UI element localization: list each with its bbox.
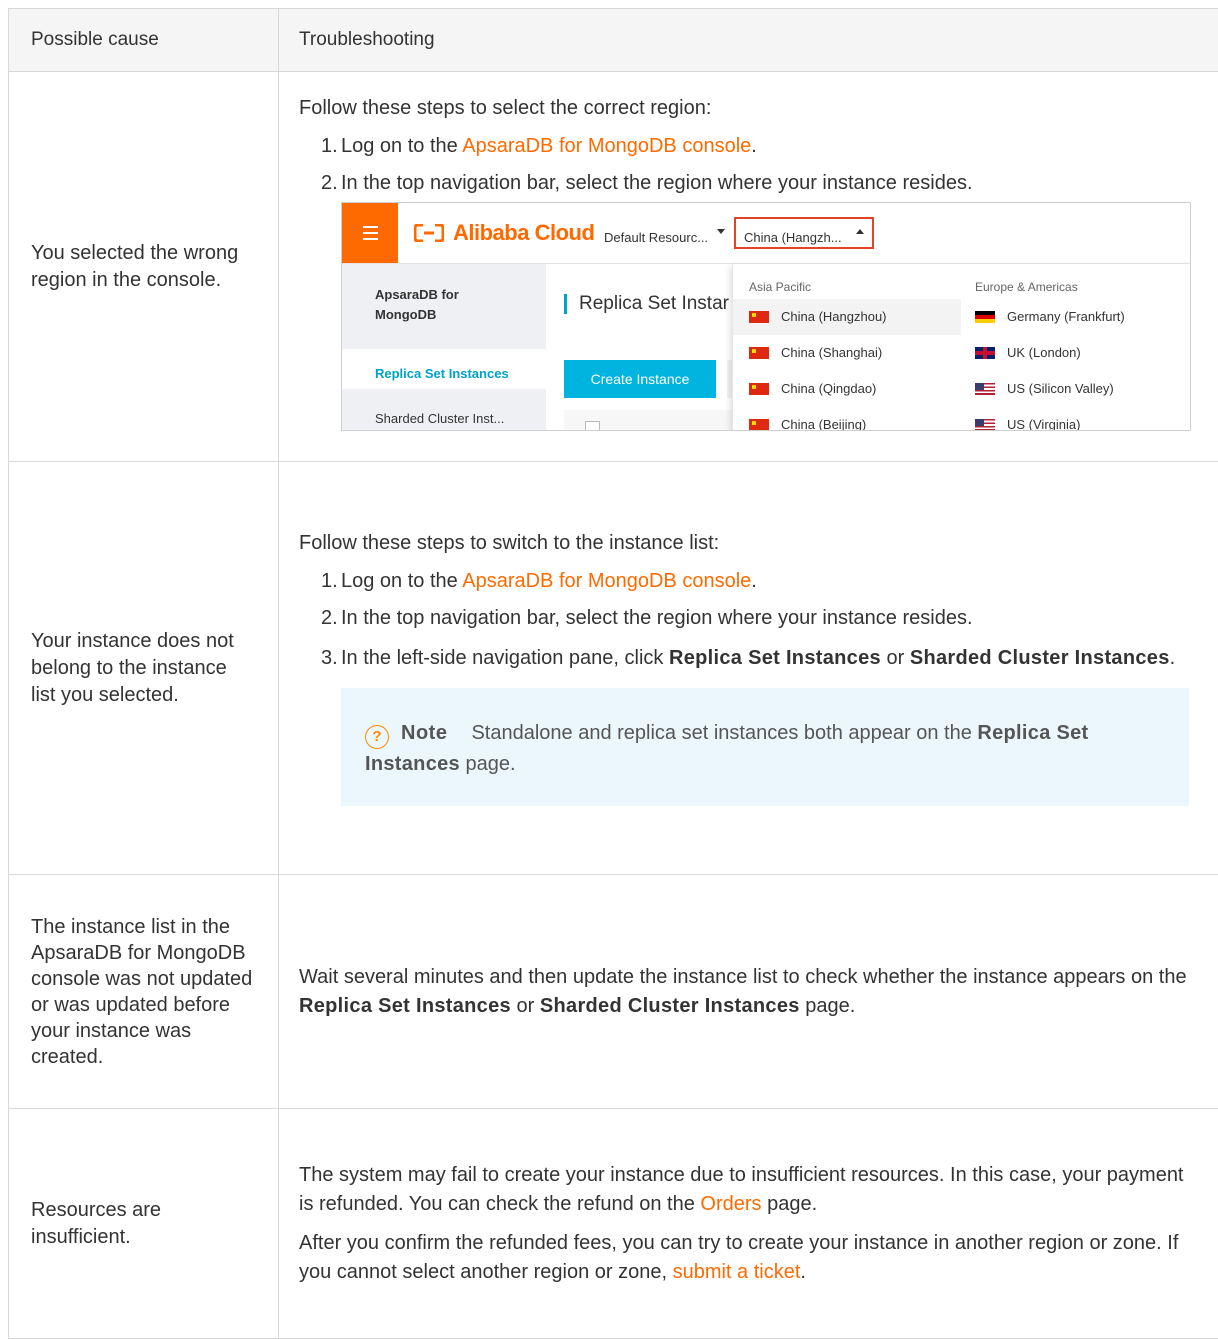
germany-flag-icon: [975, 311, 995, 323]
troubleshooting-table: Possible cause Troubleshooting You selec…: [8, 8, 1218, 1339]
steps-list: 1.Log on to the ApsaraDB for MongoDB con…: [299, 133, 1198, 196]
troubleshooting-cell: Follow these steps to select the correct…: [279, 72, 1218, 462]
resource-group-selector[interactable]: Default Resourc...: [604, 225, 708, 251]
troubleshooting-cell: The system may fail to create your insta…: [279, 1109, 1218, 1339]
alibaba-cloud-logo: Alibaba Cloud: [414, 220, 594, 246]
body-text: Wait several minutes and then update the…: [299, 963, 1198, 1021]
table-row: Your instance does not belong to the ins…: [9, 462, 1218, 875]
cause-cell: Your instance does not belong to the ins…: [9, 462, 279, 875]
region-option[interactable]: China (Qingdao): [749, 379, 876, 399]
console-link[interactable]: ApsaraDB for MongoDB console: [462, 570, 751, 592]
console-page-title: Replica Set Instar: [564, 294, 729, 314]
us-flag-icon: [975, 383, 995, 395]
console-screenshot: Alibaba Cloud Default Resourc... China (…: [341, 202, 1191, 431]
list-item: 2.In the top navigation bar, select the …: [321, 170, 1198, 196]
region-selector[interactable]: China (Hangzh...: [744, 225, 842, 251]
intro-text: Follow these steps to switch to the inst…: [299, 530, 1198, 556]
table-header-row: Possible cause Troubleshooting: [9, 9, 1218, 72]
sidebar-title: ApsaraDB for MongoDB: [375, 285, 495, 325]
china-flag-icon: [749, 419, 769, 431]
note-label: Note: [401, 722, 447, 744]
region-option[interactable]: China (Shanghai): [749, 343, 882, 363]
caret-up-icon: [856, 229, 864, 234]
region-option[interactable]: US (Virginia): [975, 415, 1080, 431]
sidebar-item-replica-set[interactable]: Replica Set Instances: [342, 349, 546, 389]
ui-term: Replica Set Instances: [299, 995, 511, 1017]
troubleshooting-cell: Follow these steps to switch to the inst…: [279, 462, 1218, 875]
console-topbar: Alibaba Cloud Default Resourc... China (…: [342, 203, 1190, 264]
region-option[interactable]: US (Silicon Valley): [975, 379, 1114, 399]
console-sidebar: ApsaraDB for MongoDB Replica Set Instanc…: [342, 264, 546, 430]
select-all-checkbox[interactable]: [585, 421, 600, 431]
intro-text: Follow these steps to select the correct…: [299, 95, 1198, 121]
region-option[interactable]: China (Hangzhou): [749, 307, 887, 327]
create-instance-button[interactable]: Create Instance: [564, 360, 716, 398]
header-troubleshooting: Troubleshooting: [279, 9, 1218, 72]
header-possible-cause: Possible cause: [9, 9, 279, 72]
caret-down-icon: [717, 229, 725, 234]
orders-link[interactable]: Orders: [700, 1193, 761, 1215]
table-row: Resources are insufficient. The system m…: [9, 1109, 1218, 1339]
cause-cell: Resources are insufficient.: [9, 1109, 279, 1339]
alibaba-cloud-logo-icon: [414, 224, 444, 242]
china-flag-icon: [749, 347, 769, 359]
body-text: After you confirm the refunded fees, you…: [299, 1229, 1198, 1287]
cause-cell: The instance list in the ApsaraDB for Mo…: [9, 875, 279, 1109]
cause-cell: You selected the wrong region in the con…: [9, 72, 279, 462]
uk-flag-icon: [975, 347, 995, 359]
group-asia-pacific: Asia Pacific: [749, 274, 811, 300]
table-row: You selected the wrong region in the con…: [9, 72, 1218, 462]
console-link[interactable]: ApsaraDB for MongoDB console: [462, 135, 751, 157]
region-option[interactable]: UK (London): [975, 343, 1081, 363]
sidebar-item-sharded-cluster[interactable]: Sharded Cluster Inst...: [375, 406, 504, 431]
troubleshooting-cell: Wait several minutes and then update the…: [279, 875, 1218, 1109]
china-flag-icon: [749, 311, 769, 323]
hamburger-menu-icon[interactable]: [342, 203, 398, 263]
list-item: 3.In the left-side navigation pane, clic…: [321, 642, 1198, 674]
table-row: The instance list in the ApsaraDB for Mo…: [9, 875, 1218, 1109]
region-dropdown: Asia Pacific Europe & Americas China (Ha…: [732, 264, 1191, 430]
ui-term: Replica Set Instances: [669, 647, 881, 669]
list-item: 1.Log on to the ApsaraDB for MongoDB con…: [321, 133, 1198, 159]
steps-list: 1.Log on to the ApsaraDB for MongoDB con…: [299, 568, 1198, 674]
ui-term: Sharded Cluster Instances: [910, 647, 1170, 669]
help-circle-icon: ?: [365, 725, 389, 749]
submit-ticket-link[interactable]: submit a ticket: [673, 1261, 801, 1283]
group-europe-americas: Europe & Americas: [975, 274, 1078, 300]
note-callout: ?NoteStandalone and replica set instance…: [341, 688, 1189, 806]
region-option[interactable]: Germany (Frankfurt): [975, 307, 1125, 327]
list-item: 1.Log on to the ApsaraDB for MongoDB con…: [321, 568, 1198, 594]
body-text: The system may fail to create your insta…: [299, 1161, 1198, 1219]
region-option[interactable]: China (Beijing): [749, 415, 866, 431]
ui-term: Sharded Cluster Instances: [540, 995, 800, 1017]
china-flag-icon: [749, 383, 769, 395]
us-flag-icon: [975, 419, 995, 431]
list-item: 2.In the top navigation bar, select the …: [321, 605, 1198, 631]
